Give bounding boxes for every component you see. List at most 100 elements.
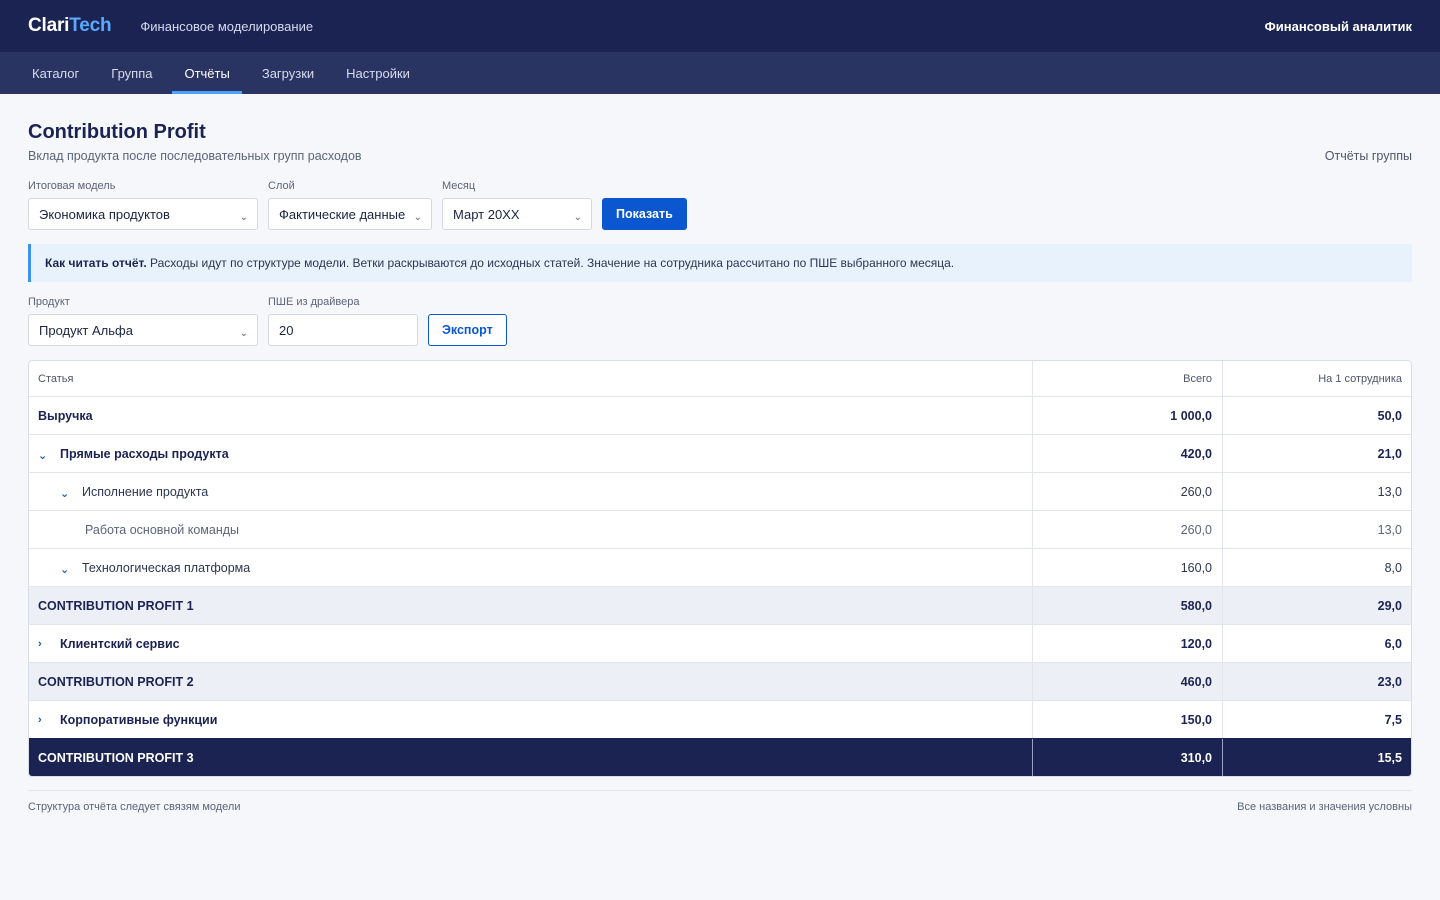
row-total: 310,0 xyxy=(1032,739,1222,776)
row-per-employee: 13,0 xyxy=(1222,511,1411,548)
model-field: Итоговая модель Экономика продуктов ⌄ xyxy=(28,180,258,230)
user-role[interactable]: Финансовый аналитик xyxy=(1265,19,1412,34)
col-item-header: Статья xyxy=(38,372,74,385)
row-per-employee: 21,0 xyxy=(1222,435,1411,472)
tab-group[interactable]: Группа xyxy=(99,52,164,94)
row-label: CONTRIBUTION PROFIT 3 xyxy=(38,750,194,765)
table-row-corporate-functions[interactable]: › Корпоративные функции 150,0 7,5 xyxy=(29,700,1411,738)
table-row-client-service[interactable]: › Клиентский сервис 120,0 6,0 xyxy=(29,624,1411,662)
page-footer: Структура отчёта следует связям модели В… xyxy=(28,790,1412,813)
layer-field: Слой Фактические данные ⌄ xyxy=(268,180,432,230)
month-select[interactable]: Март 20XX ⌄ xyxy=(442,198,592,230)
table-row-tech-platform[interactable]: ⌄ Технологическая платформа 160,0 8,0 xyxy=(29,548,1411,586)
row-total: 1 000,0 xyxy=(1032,397,1222,434)
chevron-down-icon: ⌄ xyxy=(239,212,248,223)
product-label: Продукт xyxy=(28,296,70,308)
info-title: Как читать отчёт. xyxy=(45,256,147,270)
product-select[interactable]: Продукт Альфа ⌄ xyxy=(28,314,258,346)
model-label: Итоговая модель xyxy=(28,180,116,192)
chevron-down-icon[interactable]: ⌄ xyxy=(60,483,82,500)
table-row-cp1: CONTRIBUTION PROFIT 1 580,0 29,0 xyxy=(29,586,1411,624)
info-text-wrap: Как читать отчёт. Расходы идут по структ… xyxy=(45,256,954,270)
chevron-down-icon: ⌄ xyxy=(573,212,582,223)
footer-left-note: Структура отчёта следует связям модели xyxy=(28,801,241,813)
layer-select[interactable]: Фактические данные ⌄ xyxy=(268,198,432,230)
model-select[interactable]: Экономика продуктов ⌄ xyxy=(28,198,258,230)
product-value: Продукт Альфа xyxy=(39,322,133,338)
logo[interactable]: ClariTech xyxy=(28,15,112,37)
fte-label: ПШЕ из драйвера xyxy=(268,296,360,308)
table-row-direct-costs[interactable]: ⌄ Прямые расходы продукта 420,0 21,0 xyxy=(29,434,1411,472)
info-text: Расходы идут по структуре модели. Ветки … xyxy=(150,256,955,270)
chevron-right-icon[interactable]: › xyxy=(38,714,60,726)
row-label: Выручка xyxy=(38,408,93,423)
row-total: 150,0 xyxy=(1032,701,1222,738)
row-label-cell: › Корпоративные функции xyxy=(29,701,1032,738)
top-bar: ClariTech Финансовое моделирование Финан… xyxy=(0,0,1440,52)
logo-part2: Tech xyxy=(69,15,112,36)
logo-part1: Clari xyxy=(28,15,70,36)
tab-reports[interactable]: Отчёты xyxy=(172,52,243,94)
chevron-down-icon: ⌄ xyxy=(239,328,248,339)
tab-catalog[interactable]: Каталог xyxy=(20,52,91,94)
fte-input[interactable] xyxy=(268,314,418,346)
table-header-row: Статья Всего На 1 сотрудника xyxy=(29,361,1411,396)
info-box: Как читать отчёт. Расходы идут по структ… xyxy=(28,244,1412,282)
report-filters: Итоговая модель Экономика продуктов ⌄ Сл… xyxy=(28,180,1412,230)
show-button[interactable]: Показать xyxy=(602,198,687,230)
row-per-employee: 23,0 xyxy=(1222,663,1411,700)
row-per-employee: 13,0 xyxy=(1222,473,1411,510)
row-label-cell: › Клиентский сервис xyxy=(29,625,1032,662)
main-nav: Каталог Группа Отчёты Загрузки Настройки xyxy=(0,52,1440,94)
row-label: CONTRIBUTION PROFIT 2 xyxy=(38,674,194,689)
row-label: Прямые расходы продукта xyxy=(60,446,229,461)
row-label-cell: ⌄ Прямые расходы продукта xyxy=(29,435,1032,472)
row-per-employee: 7,5 xyxy=(1222,701,1411,738)
layer-label: Слой xyxy=(268,180,295,192)
subtitle-row: Вклад продукта после последовательных гр… xyxy=(28,149,1412,163)
month-value: Март 20XX xyxy=(453,206,520,222)
chevron-down-icon: ⌄ xyxy=(413,212,422,223)
tab-uploads[interactable]: Загрузки xyxy=(250,52,326,94)
chevron-right-icon[interactable]: › xyxy=(38,638,60,650)
app-title: Финансовое моделирование xyxy=(140,18,314,34)
page-title: Contribution Profit xyxy=(28,121,206,143)
month-label: Месяц xyxy=(442,180,476,192)
chevron-down-icon[interactable]: ⌄ xyxy=(38,445,60,462)
footer-right-note: Все названия и значения условны xyxy=(1237,801,1412,813)
page-subtitle: Вклад продукта после последовательных гр… xyxy=(28,149,362,163)
table-row-cp3: CONTRIBUTION PROFIT 3 310,0 15,5 xyxy=(29,738,1411,776)
layer-value: Фактические данные xyxy=(279,206,406,222)
row-label: Клиентский сервис xyxy=(60,636,180,651)
row-total: 260,0 xyxy=(1032,473,1222,510)
group-reports-link[interactable]: Отчёты группы xyxy=(1325,149,1412,163)
row-total: 120,0 xyxy=(1032,625,1222,662)
table-row-core-team: Работа основной команды 260,0 13,0 xyxy=(29,510,1411,548)
row-label: Работа основной команды xyxy=(85,522,240,537)
report-table: Статья Всего На 1 сотрудника Выручка 1 0… xyxy=(28,360,1412,777)
row-total: 580,0 xyxy=(1032,587,1222,624)
fte-field: ПШЕ из драйвера xyxy=(268,296,418,346)
tab-settings[interactable]: Настройки xyxy=(334,52,422,94)
row-label: CONTRIBUTION PROFIT 1 xyxy=(38,598,194,613)
month-field: Месяц Март 20XX ⌄ xyxy=(442,180,592,230)
row-total: 260,0 xyxy=(1032,511,1222,548)
row-label-cell: ⌄ Исполнение продукта xyxy=(29,473,1032,510)
row-per-employee: 6,0 xyxy=(1222,625,1411,662)
row-per-employee: 15,5 xyxy=(1222,739,1411,776)
row-total: 460,0 xyxy=(1032,663,1222,700)
chevron-down-icon[interactable]: ⌄ xyxy=(60,559,82,576)
row-total: 420,0 xyxy=(1032,435,1222,472)
table-row-product-execution[interactable]: ⌄ Исполнение продукта 260,0 13,0 xyxy=(29,472,1411,510)
export-button[interactable]: Экспорт xyxy=(428,314,507,346)
row-label-cell: ⌄ Технологическая платформа xyxy=(29,549,1032,586)
col-total-header: Всего xyxy=(1032,361,1222,396)
row-label: Корпоративные функции xyxy=(60,712,218,727)
row-per-employee: 8,0 xyxy=(1222,549,1411,586)
table-row-revenue: Выручка 1 000,0 50,0 xyxy=(29,396,1411,434)
col-per-employee-header: На 1 сотрудника xyxy=(1222,361,1411,396)
row-label: Исполнение продукта xyxy=(82,484,209,499)
row-total: 160,0 xyxy=(1032,549,1222,586)
product-filters: Продукт Продукт Альфа ⌄ ПШЕ из драйвера … xyxy=(28,296,1412,346)
main-content: Contribution Profit Вклад продукта после… xyxy=(0,120,1440,813)
